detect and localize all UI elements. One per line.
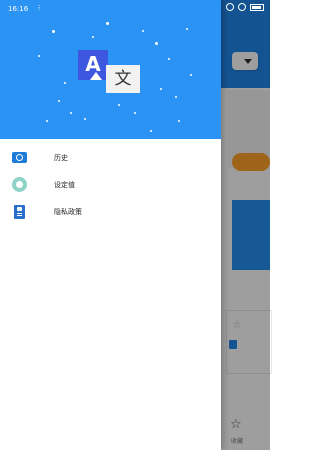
menu-item-label: 历史 — [54, 153, 68, 162]
star-decoration — [106, 22, 109, 25]
star-decoration — [52, 30, 55, 33]
star-decoration — [118, 104, 120, 106]
menu-item-label: 设定值 — [54, 180, 75, 189]
history-icon — [12, 150, 27, 165]
status-bar: 16:16 ⁝ — [0, 0, 270, 18]
app-logo: A 文 — [78, 50, 140, 96]
drawer-header: A 文 — [0, 0, 221, 139]
star-decoration — [168, 58, 170, 60]
star-decoration — [155, 42, 158, 45]
star-decoration — [46, 120, 48, 122]
privacy-policy-icon — [12, 204, 27, 219]
menu-item-label: 隐私政策 — [54, 207, 82, 216]
star-decoration — [175, 96, 177, 98]
network-icon: ⁝ — [38, 4, 41, 12]
star-decoration — [38, 55, 40, 57]
star-decoration — [178, 120, 180, 122]
alarm-icon — [226, 3, 234, 11]
star-decoration — [150, 130, 152, 132]
star-decoration — [92, 36, 94, 38]
logo-arrow-icon — [90, 72, 102, 80]
star-decoration — [70, 112, 72, 114]
logo-chinese-tile: 文 — [106, 65, 140, 93]
status-icons — [226, 3, 264, 11]
wifi-icon — [238, 3, 246, 11]
drawer-menu: 历史 设定值 隐私政策 — [0, 144, 221, 225]
menu-item-settings[interactable]: 设定值 — [0, 171, 221, 198]
star-decoration — [186, 28, 188, 30]
star-decoration — [84, 118, 86, 120]
star-decoration — [58, 100, 60, 102]
settings-icon — [12, 177, 27, 192]
menu-item-privacy-policy[interactable]: 隐私政策 — [0, 198, 221, 225]
status-time: 16:16 — [8, 5, 29, 13]
star-decoration — [134, 112, 136, 114]
star-decoration — [142, 30, 144, 32]
star-decoration — [190, 74, 192, 76]
menu-item-history[interactable]: 历史 — [0, 144, 221, 171]
star-decoration — [64, 82, 66, 84]
battery-icon — [250, 3, 264, 11]
star-decoration — [160, 88, 162, 90]
navigation-drawer: A 文 历史 设定值 隐私政策 — [0, 0, 221, 450]
